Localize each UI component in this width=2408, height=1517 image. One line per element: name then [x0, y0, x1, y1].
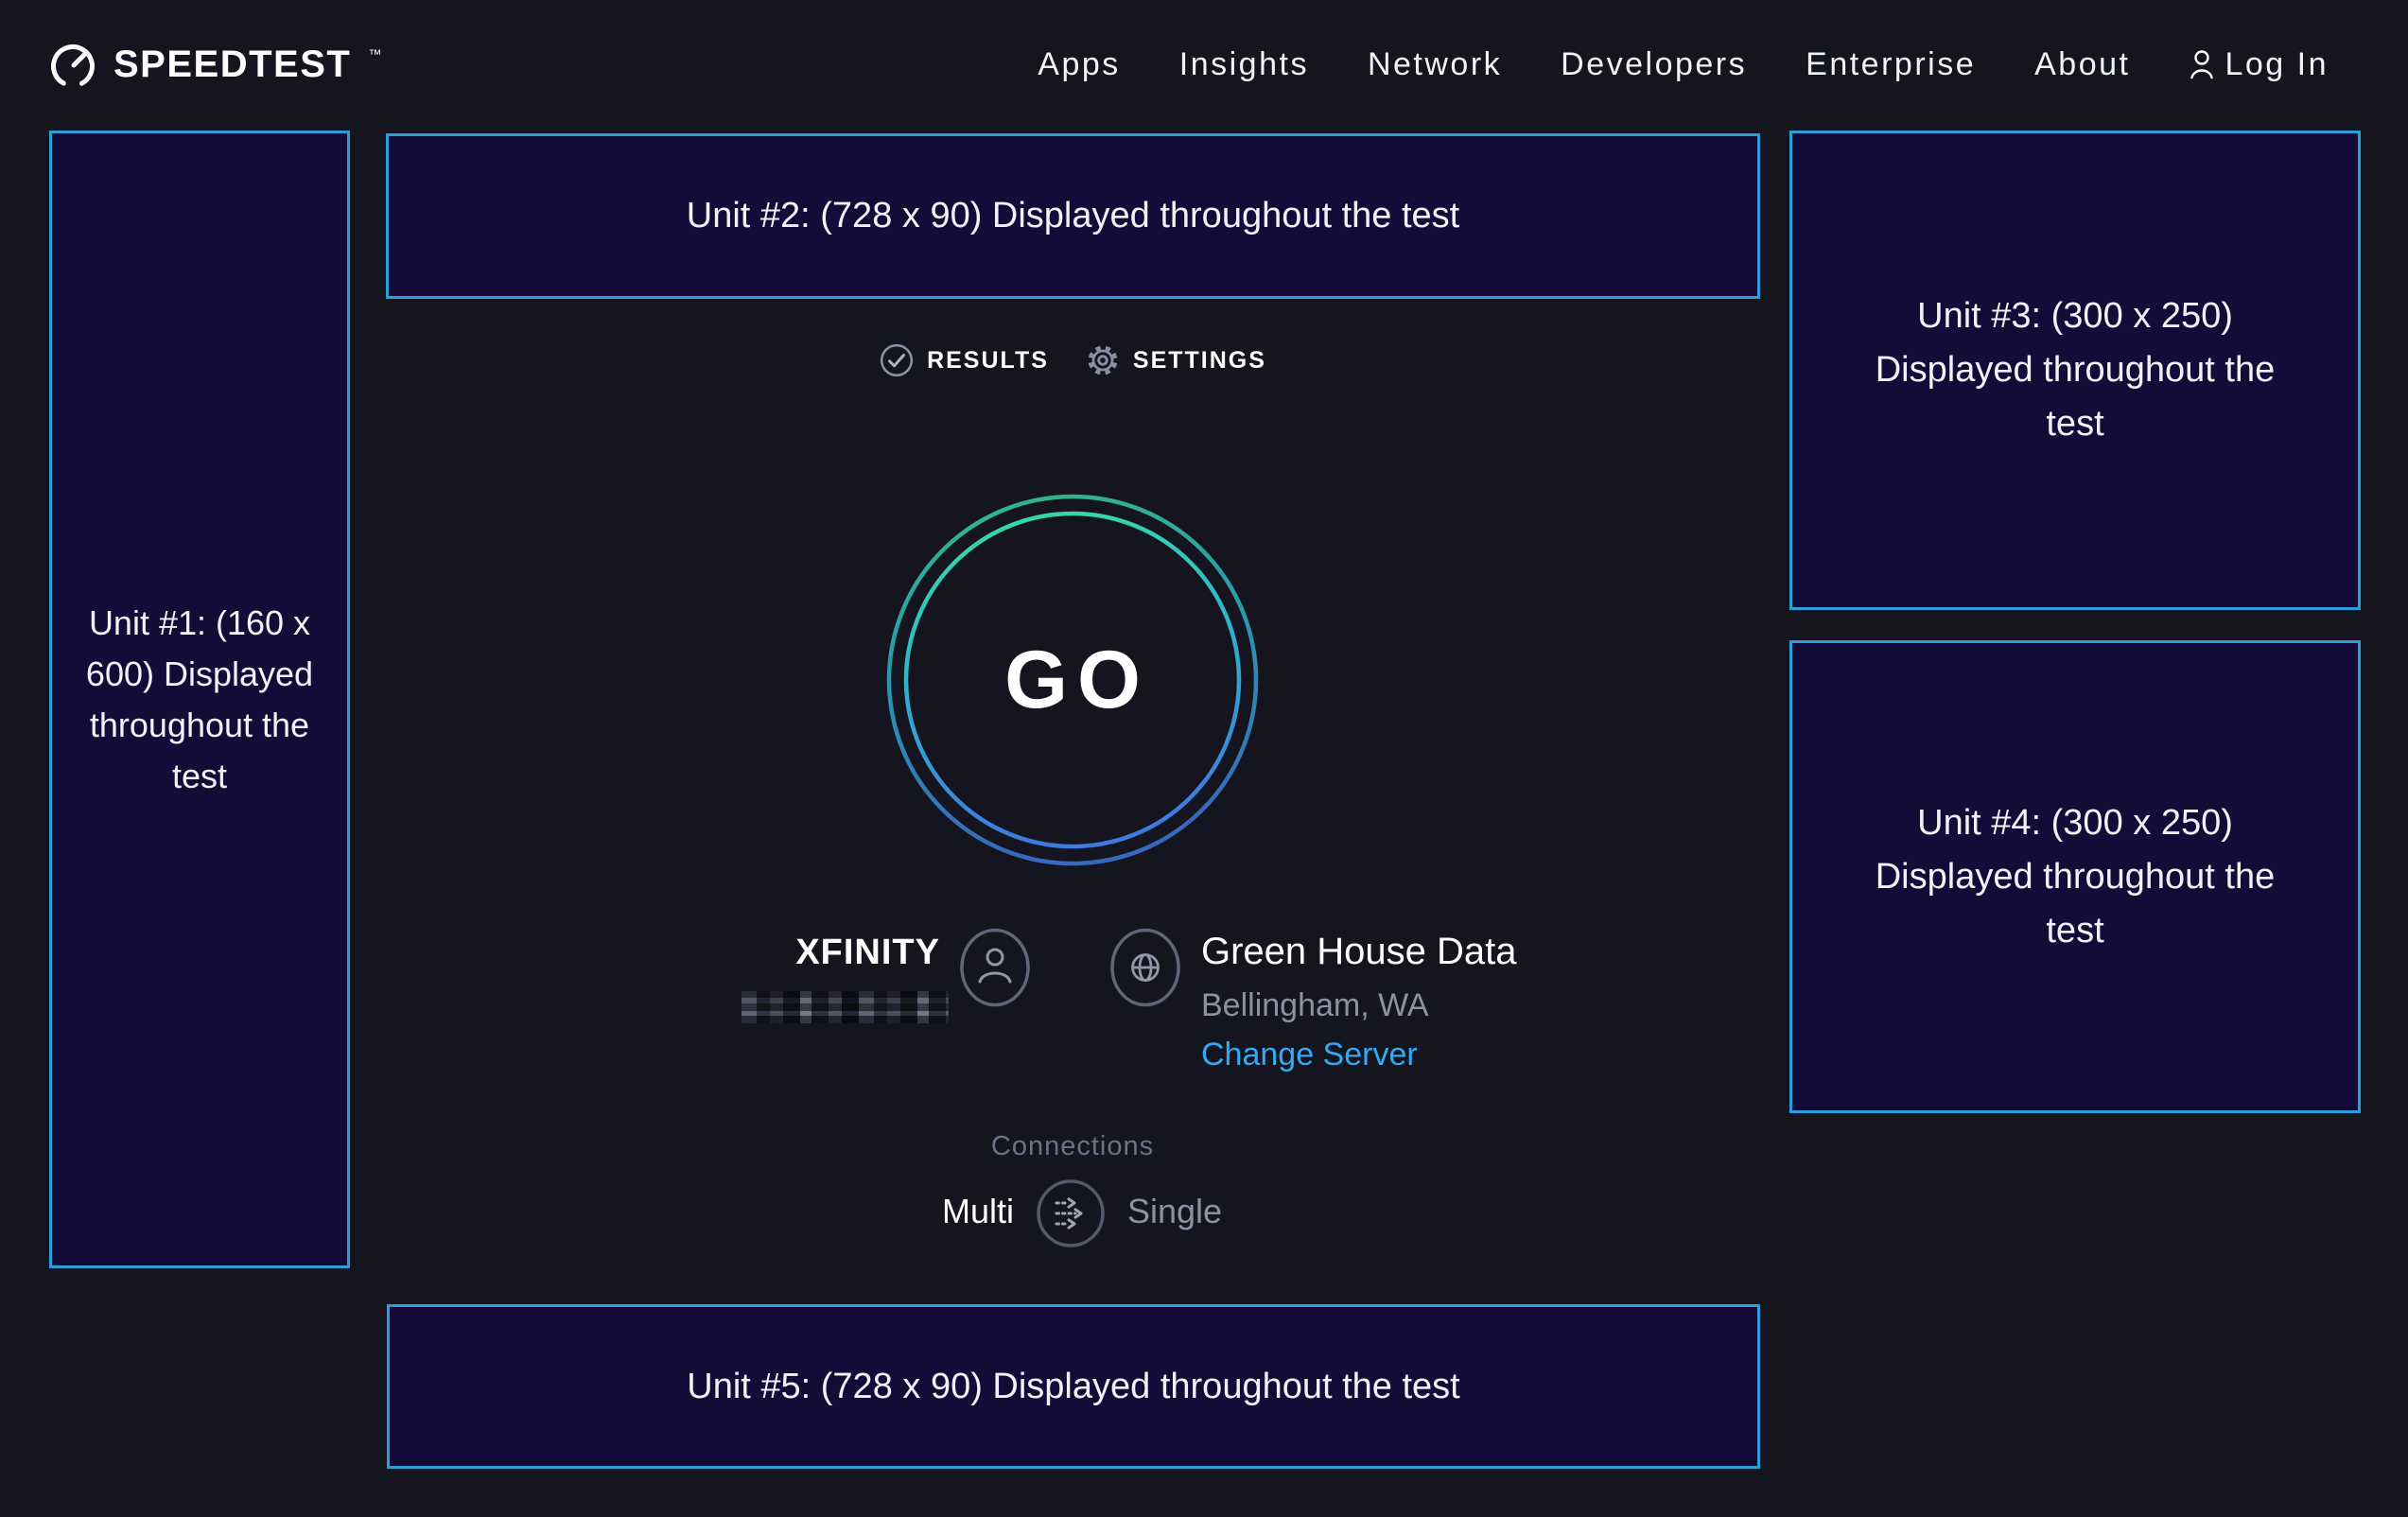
isp-name[interactable]: XFINITY [662, 933, 940, 973]
nav-links: Apps Insights Network Developers Enterpr… [1038, 46, 2329, 83]
ad-unit-3[interactable]: Unit #3: (300 x 250) Displayed throughou… [1789, 131, 2361, 610]
check-circle-icon [879, 342, 915, 378]
multi-arrows-icon [1035, 1177, 1107, 1249]
ad-unit-4-text: Unit #4: (300 x 250) Displayed throughou… [1847, 796, 2303, 958]
nav-item-about[interactable]: About [2034, 46, 2130, 83]
connections-single-option[interactable]: Single [1127, 1192, 1222, 1231]
speedtest-page: SPEEDTEST ™ Apps Insights Network Develo… [0, 0, 2408, 1517]
server-name[interactable]: Green House Data [1201, 931, 1517, 973]
connections-label: Connections [386, 1131, 1759, 1162]
ad-unit-2-text: Unit #2: (728 x 90) Displayed throughout… [687, 189, 1459, 243]
speedometer-icon [47, 39, 98, 90]
go-button-label: GO [886, 494, 1259, 866]
ad-unit-4[interactable]: Unit #4: (300 x 250) Displayed throughou… [1789, 640, 2361, 1113]
login-button[interactable]: Log In [2189, 46, 2329, 83]
speedtest-logo[interactable]: SPEEDTEST ™ [47, 39, 381, 90]
tab-results[interactable]: RESULTS [879, 342, 1049, 378]
top-nav: SPEEDTEST ™ Apps Insights Network Develo… [0, 0, 2408, 129]
ad-unit-2[interactable]: Unit #2: (728 x 90) Displayed throughout… [386, 133, 1760, 299]
tab-settings[interactable]: SETTINGS [1085, 342, 1266, 378]
tabs-row: RESULTS SETTINGS [386, 342, 1759, 378]
nav-item-network[interactable]: Network [1368, 46, 1502, 83]
ad-unit-1[interactable]: Unit #1: (160 x 600) Displayed throughou… [49, 131, 350, 1268]
nav-item-developers[interactable]: Developers [1561, 46, 1747, 83]
connections-toggle[interactable] [1035, 1177, 1107, 1249]
go-button[interactable]: GO [886, 494, 1259, 866]
gear-icon [1085, 342, 1121, 378]
ad-unit-3-text: Unit #3: (300 x 250) Displayed throughou… [1847, 289, 2303, 451]
trademark-symbol: ™ [368, 46, 381, 61]
tab-settings-label: SETTINGS [1133, 347, 1266, 375]
ad-unit-5[interactable]: Unit #5: (728 x 90) Displayed throughout… [387, 1304, 1760, 1469]
ad-unit-5-text: Unit #5: (728 x 90) Displayed throughout… [687, 1360, 1459, 1414]
ad-unit-1-text: Unit #1: (160 x 600) Displayed throughou… [79, 598, 321, 802]
server-location: Bellingham, WA [1201, 987, 1429, 1024]
redacted-ip-address [742, 991, 949, 1023]
nav-item-enterprise[interactable]: Enterprise [1806, 46, 1976, 83]
globe-icon[interactable] [1108, 928, 1182, 1007]
connections-multi-option[interactable]: Multi [825, 1192, 1014, 1231]
nav-item-insights[interactable]: Insights [1179, 46, 1309, 83]
nav-item-apps[interactable]: Apps [1038, 46, 1121, 83]
brand-name: SPEEDTEST [113, 44, 351, 86]
login-label: Log In [2225, 46, 2329, 83]
person-icon[interactable] [958, 928, 1032, 1007]
person-icon [2189, 49, 2215, 79]
tab-results-label: RESULTS [927, 347, 1049, 375]
change-server-link[interactable]: Change Server [1201, 1037, 1418, 1073]
